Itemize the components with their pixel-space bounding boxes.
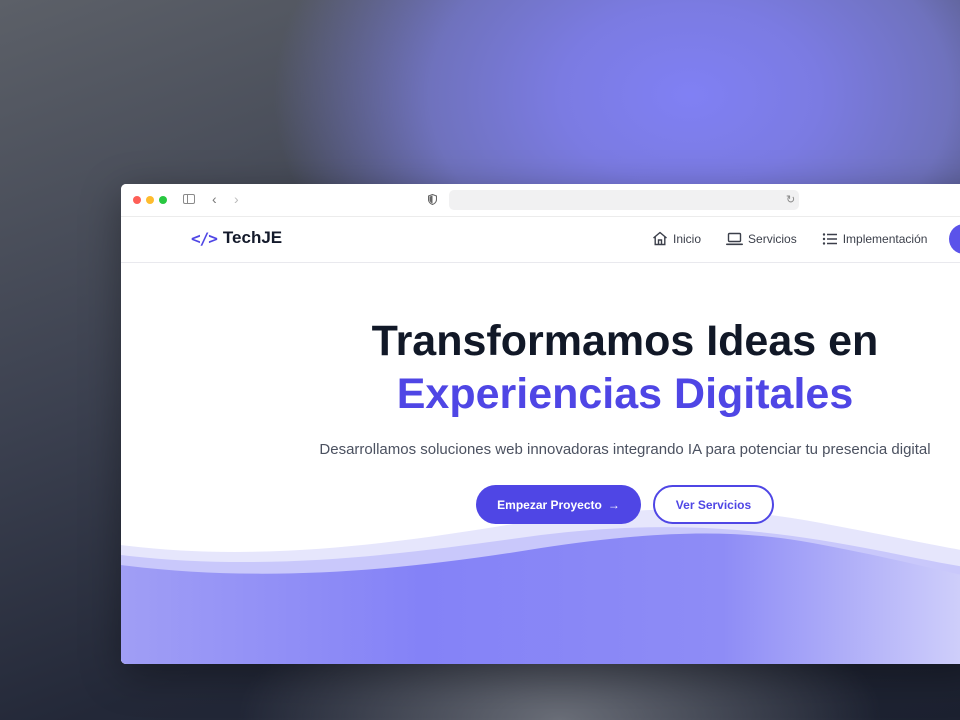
laptop-icon bbox=[726, 232, 744, 245]
view-services-button[interactable]: Ver Servicios bbox=[653, 485, 774, 524]
back-icon[interactable]: ‹ bbox=[212, 191, 217, 207]
hero-section: Transformamos Ideas en Experiencias Digi… bbox=[121, 263, 960, 664]
hero-title: Transformamos Ideas en Experiencias Digi… bbox=[121, 315, 960, 421]
start-project-label: Empezar Proyecto bbox=[497, 497, 602, 512]
nav-link-label: Implementación bbox=[842, 231, 928, 246]
hero-subtitle: Desarrollamos soluciones web innovadoras… bbox=[319, 441, 931, 458]
nav-cta-button[interactable] bbox=[949, 224, 960, 254]
hero-title-line2: Experiencias Digitales bbox=[396, 370, 854, 418]
site-logo[interactable]: </> TechJE bbox=[191, 228, 282, 248]
nav-link-label: Servicios bbox=[748, 231, 797, 246]
close-window-button[interactable] bbox=[133, 196, 141, 204]
nav-link-implementacion[interactable]: Implementación bbox=[822, 231, 928, 246]
reload-icon[interactable]: ↻ bbox=[786, 193, 795, 206]
view-services-label: Ver Servicios bbox=[675, 497, 752, 512]
nav-link-servicios[interactable]: Servicios bbox=[726, 231, 797, 246]
nav-links: Inicio Servicios Implementación bbox=[652, 231, 952, 246]
shield-icon bbox=[428, 194, 437, 205]
address-bar[interactable] bbox=[449, 190, 799, 210]
maximize-window-button[interactable] bbox=[159, 196, 167, 204]
list-icon bbox=[822, 232, 837, 245]
logo-text: TechJE bbox=[222, 228, 283, 247]
hero-title-line1: Transformamos Ideas en bbox=[371, 317, 879, 365]
browser-window: ‹ › ↻ </> TechJE Inicio Servicios Implem… bbox=[121, 184, 960, 664]
minimize-window-button[interactable] bbox=[146, 196, 154, 204]
forward-icon[interactable]: › bbox=[234, 191, 239, 207]
home-icon bbox=[653, 231, 667, 246]
arrow-right-icon: → bbox=[607, 497, 620, 512]
site-navbar: </> TechJE Inicio Servicios Implementaci… bbox=[121, 217, 960, 263]
code-icon: </> bbox=[191, 228, 218, 248]
nav-link-label: Inicio bbox=[673, 231, 702, 246]
start-project-button[interactable]: Empezar Proyecto → bbox=[476, 485, 641, 524]
browser-toolbar: ‹ › ↻ bbox=[121, 184, 960, 217]
sidebar-toggle-icon[interactable] bbox=[183, 194, 195, 204]
nav-link-inicio[interactable]: Inicio bbox=[652, 231, 701, 246]
